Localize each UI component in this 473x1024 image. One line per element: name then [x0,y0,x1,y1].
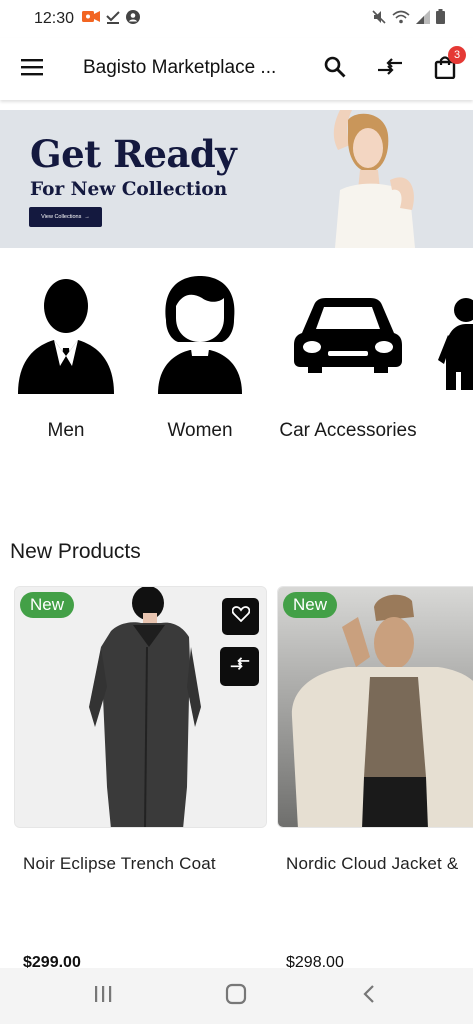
search-icon [323,55,347,84]
video-record-icon [82,10,101,28]
product-image: New [277,586,473,828]
arrow-right-icon: → [84,214,90,220]
signal-icon [416,9,430,29]
recent-apps-button[interactable] [88,982,118,1010]
new-badge: New [20,592,75,618]
system-nav-bar [0,968,473,1024]
product-card[interactable]: New Noir Eclipse Trench Coat $299.00 [14,586,267,971]
product-card[interactable]: New Nordic Cloud Jacket & $298.00 [277,586,473,971]
search-button[interactable] [320,54,350,84]
new-products-title: New Products [10,540,141,563]
status-bar: 12:30 [0,0,473,38]
product-name: Noir Eclipse Trench Coat [23,854,216,873]
category-carousel: Men Women Car Accessories [0,270,473,460]
mute-icon [372,9,386,29]
home-icon [225,983,247,1010]
banner-subheadline: For New Collection [30,179,228,200]
view-collections-button[interactable]: View Collections → [29,207,102,227]
category-men[interactable]: Men [10,270,122,442]
home-button[interactable] [221,982,251,1010]
category-label: Women [167,420,233,441]
wishlist-button[interactable] [222,598,259,635]
compare-product-button[interactable] [220,647,259,686]
woman-silhouette-icon [144,270,256,400]
app-bar: Bagisto Marketplace ... 3 [0,38,473,100]
menu-button[interactable] [18,55,46,83]
car-icon [276,270,420,400]
back-button[interactable] [354,982,384,1010]
category-car-accessories[interactable]: Car Accessories [276,270,420,442]
compare-arrows-icon [230,655,250,678]
banner-model-image [300,110,440,248]
status-time: 12:30 [34,10,75,27]
product-image: New [14,586,267,828]
account-circle-icon [126,9,141,29]
download-done-icon [106,10,120,29]
category-label: Car Accessories [279,420,417,441]
banner-headline: Get Ready [30,132,237,176]
cart-count-badge: 3 [448,46,466,64]
category-label: Men [47,420,85,441]
view-collections-label: View Collections [41,214,82,220]
cart-button[interactable]: 3 [430,46,466,84]
figure-silhouette-icon [438,270,473,400]
status-left-icons [82,9,141,29]
man-silhouette-icon [10,270,122,400]
status-right-icons [372,9,445,29]
recent-apps-icon [93,985,113,1008]
product-name: Nordic Cloud Jacket & [286,854,459,873]
new-badge: New [283,592,338,618]
wifi-icon [392,10,410,29]
hamburger-menu-icon [20,58,44,81]
category-women[interactable]: Women [144,270,256,442]
new-products-carousel: New Noir Eclipse Trench Coat $299.00 New… [0,586,473,971]
battery-icon [436,9,445,29]
category-next-partial[interactable] [438,270,473,400]
back-icon [362,984,376,1009]
app-title: Bagisto Marketplace ... [83,57,277,78]
heart-icon [231,606,250,627]
promo-banner[interactable]: Get Ready For New Collection View Collec… [0,110,473,248]
compare-button[interactable] [375,54,405,84]
compare-arrows-icon [377,56,403,83]
